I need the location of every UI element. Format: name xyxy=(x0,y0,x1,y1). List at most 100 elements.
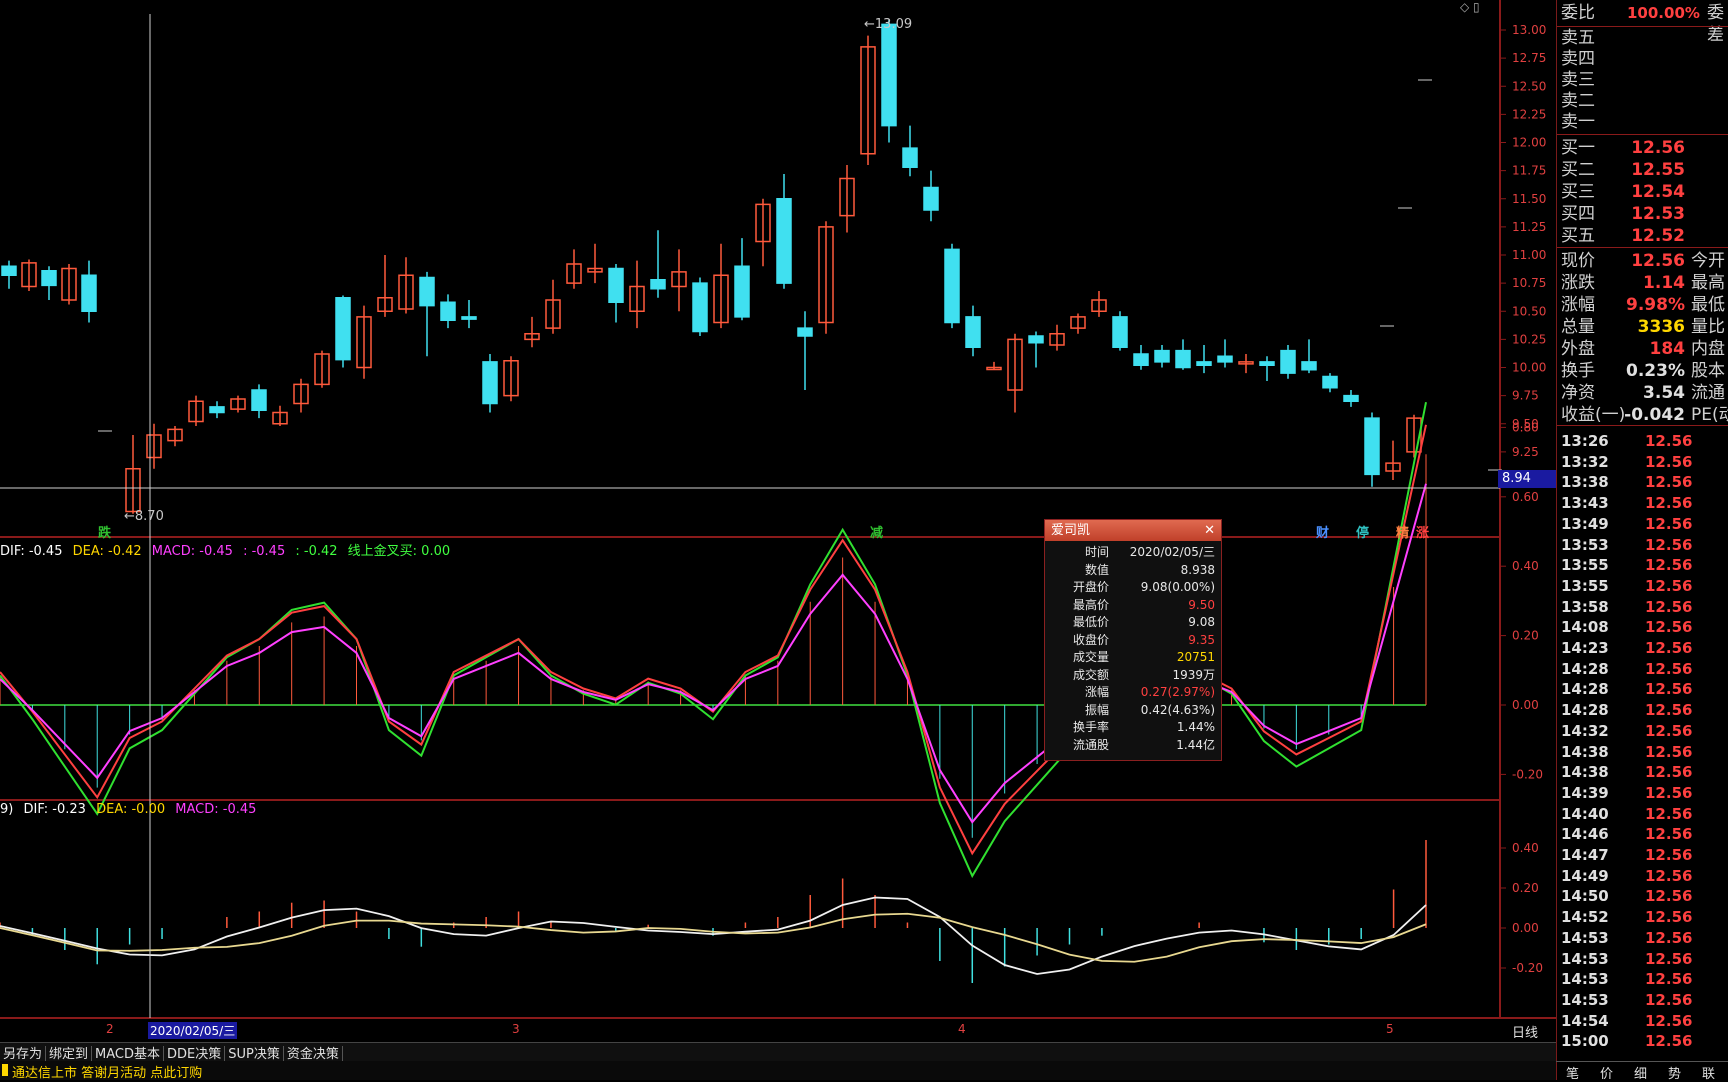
quote-row-label2: 内盘 xyxy=(1691,339,1725,359)
quote-row-label: 外盘 xyxy=(1561,339,1595,359)
quote-row-value: 3.54 xyxy=(1643,383,1685,403)
buy-row-label: 买二 xyxy=(1561,160,1595,180)
tick-time: 14:53 xyxy=(1561,928,1609,947)
candle xyxy=(1049,324,1065,351)
signal-marker-zhang: 涨 xyxy=(1416,526,1430,541)
macd1-legend: DIF: -0.45 DEA: -0.42 MACD: -0.45 : -0.4… xyxy=(0,540,456,559)
period-label[interactable]: 日线 xyxy=(1512,1022,1538,1041)
candle-body xyxy=(1,265,17,276)
tick-price: 12.56 xyxy=(1645,659,1693,678)
chart-canvas[interactable]: 13.00 12.75 12.50 12.25 12.00 11.75 11.50 11.25… xyxy=(0,0,1556,1042)
close-icon[interactable]: ✕ xyxy=(1204,520,1215,541)
candle xyxy=(1322,373,1338,393)
buy-row-label: 买一 xyxy=(1561,138,1595,158)
popup-row-label: 数值 xyxy=(1084,562,1109,577)
tick-time: 14:53 xyxy=(1561,970,1609,989)
candle xyxy=(566,249,582,289)
tick-time: 14:38 xyxy=(1561,742,1609,761)
tick-row: 14:53 12.56 xyxy=(1557,989,1728,1009)
quote-row-value: 3336 xyxy=(1637,317,1685,337)
status-ticker[interactable]: 通达信上市 答谢月活动 点此订购 xyxy=(12,1062,202,1081)
bottom-tab[interactable]: 细 xyxy=(1634,1063,1647,1082)
quote-row-label2: 股本 xyxy=(1691,361,1725,381)
candle xyxy=(944,243,960,329)
candle-body xyxy=(965,316,981,348)
candle-body xyxy=(1133,353,1149,366)
price-tick-label: 9.75 xyxy=(1512,389,1539,403)
tick-price: 12.56 xyxy=(1645,514,1693,533)
tick-price: 12.56 xyxy=(1645,618,1693,637)
quote-row-label2: 今开 xyxy=(1691,251,1725,271)
price-tick-label: 12.75 xyxy=(1512,51,1546,65)
tick-price: 12.56 xyxy=(1645,804,1693,823)
bottom-tab[interactable]: 笔 xyxy=(1566,1063,1579,1082)
sell-row: 卖三 xyxy=(1557,69,1728,91)
candle-body xyxy=(923,186,939,211)
popup-row-label: 收盘价 xyxy=(1072,632,1109,647)
macd1-tick-label: 0.20 xyxy=(1512,629,1539,643)
candle xyxy=(356,305,372,379)
popup-row-value: 0.42(4.63%) xyxy=(1140,702,1215,717)
quote-row-label2: PE(动 xyxy=(1691,405,1728,425)
quote-row: 总量 3336 量比 xyxy=(1557,316,1728,338)
tick-row: 13:32 12.56 xyxy=(1557,451,1728,471)
candle xyxy=(860,35,876,165)
macd2-macd: MACD: -0.45 xyxy=(175,802,257,817)
sell-row: 卖五 xyxy=(1557,27,1728,49)
tick-row: 13:55 12.56 xyxy=(1557,554,1728,574)
tick-row: 14:23 12.56 xyxy=(1557,637,1728,657)
tick-row: 14:53 12.56 xyxy=(1557,927,1728,947)
tick-row: 14:46 12.56 xyxy=(1557,823,1728,843)
quote-row-label: 换手 xyxy=(1561,361,1595,381)
price-tick-label: 9.25 xyxy=(1512,445,1539,459)
chart-corner-icons[interactable]: ◇ ▯ xyxy=(1460,0,1480,14)
quote-row-label2: 最高 xyxy=(1691,273,1725,293)
macd1-tick-label: 0.60 xyxy=(1512,490,1539,504)
candle xyxy=(797,311,813,390)
bottom-tab[interactable]: 势 xyxy=(1668,1063,1681,1082)
tick-row: 13:53 12.56 xyxy=(1557,534,1728,554)
tick-price: 12.56 xyxy=(1645,887,1693,906)
popup-title-bar[interactable]: 爱司凯 ✕ xyxy=(1045,520,1221,541)
macd2-dea: DEA: -0.00 xyxy=(96,802,166,817)
candle xyxy=(965,305,981,357)
macd2-dif-line xyxy=(0,896,1427,975)
tick-time: 14:47 xyxy=(1561,846,1609,864)
tick-time: 13:26 xyxy=(1561,432,1609,450)
candle-body xyxy=(692,282,708,333)
candle xyxy=(1070,313,1086,334)
tick-price: 12.56 xyxy=(1645,846,1693,864)
candle-body xyxy=(1259,361,1275,366)
popup-row-value: 1939万 xyxy=(1172,667,1215,682)
candle-body xyxy=(41,270,57,287)
candle xyxy=(1007,333,1023,413)
quote-row-label: 现价 xyxy=(1561,251,1595,271)
tick-price: 12.56 xyxy=(1645,928,1693,947)
candle xyxy=(692,277,708,336)
tick-row: 13:58 12.56 xyxy=(1557,596,1728,616)
popup-row-value: 8.938 xyxy=(1180,562,1215,577)
candle xyxy=(272,405,288,426)
tick-price: 12.56 xyxy=(1645,763,1693,782)
popup-row: 数值 8.938 xyxy=(1045,562,1221,579)
price-tick-label: 10.00 xyxy=(1512,361,1546,375)
popup-row-label: 换手率 xyxy=(1072,720,1109,734)
candle-body xyxy=(1280,349,1296,374)
buy-row-value: 12.56 xyxy=(1631,138,1685,158)
quote-row: 换手 0.23% 股本 xyxy=(1557,360,1728,382)
tick-time: 13:38 xyxy=(1561,473,1609,492)
popup-row: 换手率 1.44% xyxy=(1045,719,1221,736)
tick-price: 12.56 xyxy=(1645,639,1693,657)
bottom-tab[interactable]: 价 xyxy=(1600,1063,1613,1082)
bottom-tab[interactable]: 联 xyxy=(1702,1063,1715,1082)
candle xyxy=(1259,356,1275,381)
macd2-legend: 9) DIF: -0.23 DEA: -0.00 MACD: -0.45 xyxy=(0,802,262,817)
candle xyxy=(986,361,1002,371)
candle xyxy=(902,125,918,177)
candle-body xyxy=(608,267,624,303)
macd1-v2: : -0.42 xyxy=(295,544,338,559)
quote-panel: 委比 100.00% 委差 卖五 卖四 卖三 卖二 卖一 买一 12.56 买二 12.55 买… xyxy=(1556,0,1728,1080)
sell-row-label: 卖四 xyxy=(1561,49,1595,69)
tick-time: 14:08 xyxy=(1561,618,1609,637)
buy-row: 买四 12.53 xyxy=(1557,203,1728,225)
